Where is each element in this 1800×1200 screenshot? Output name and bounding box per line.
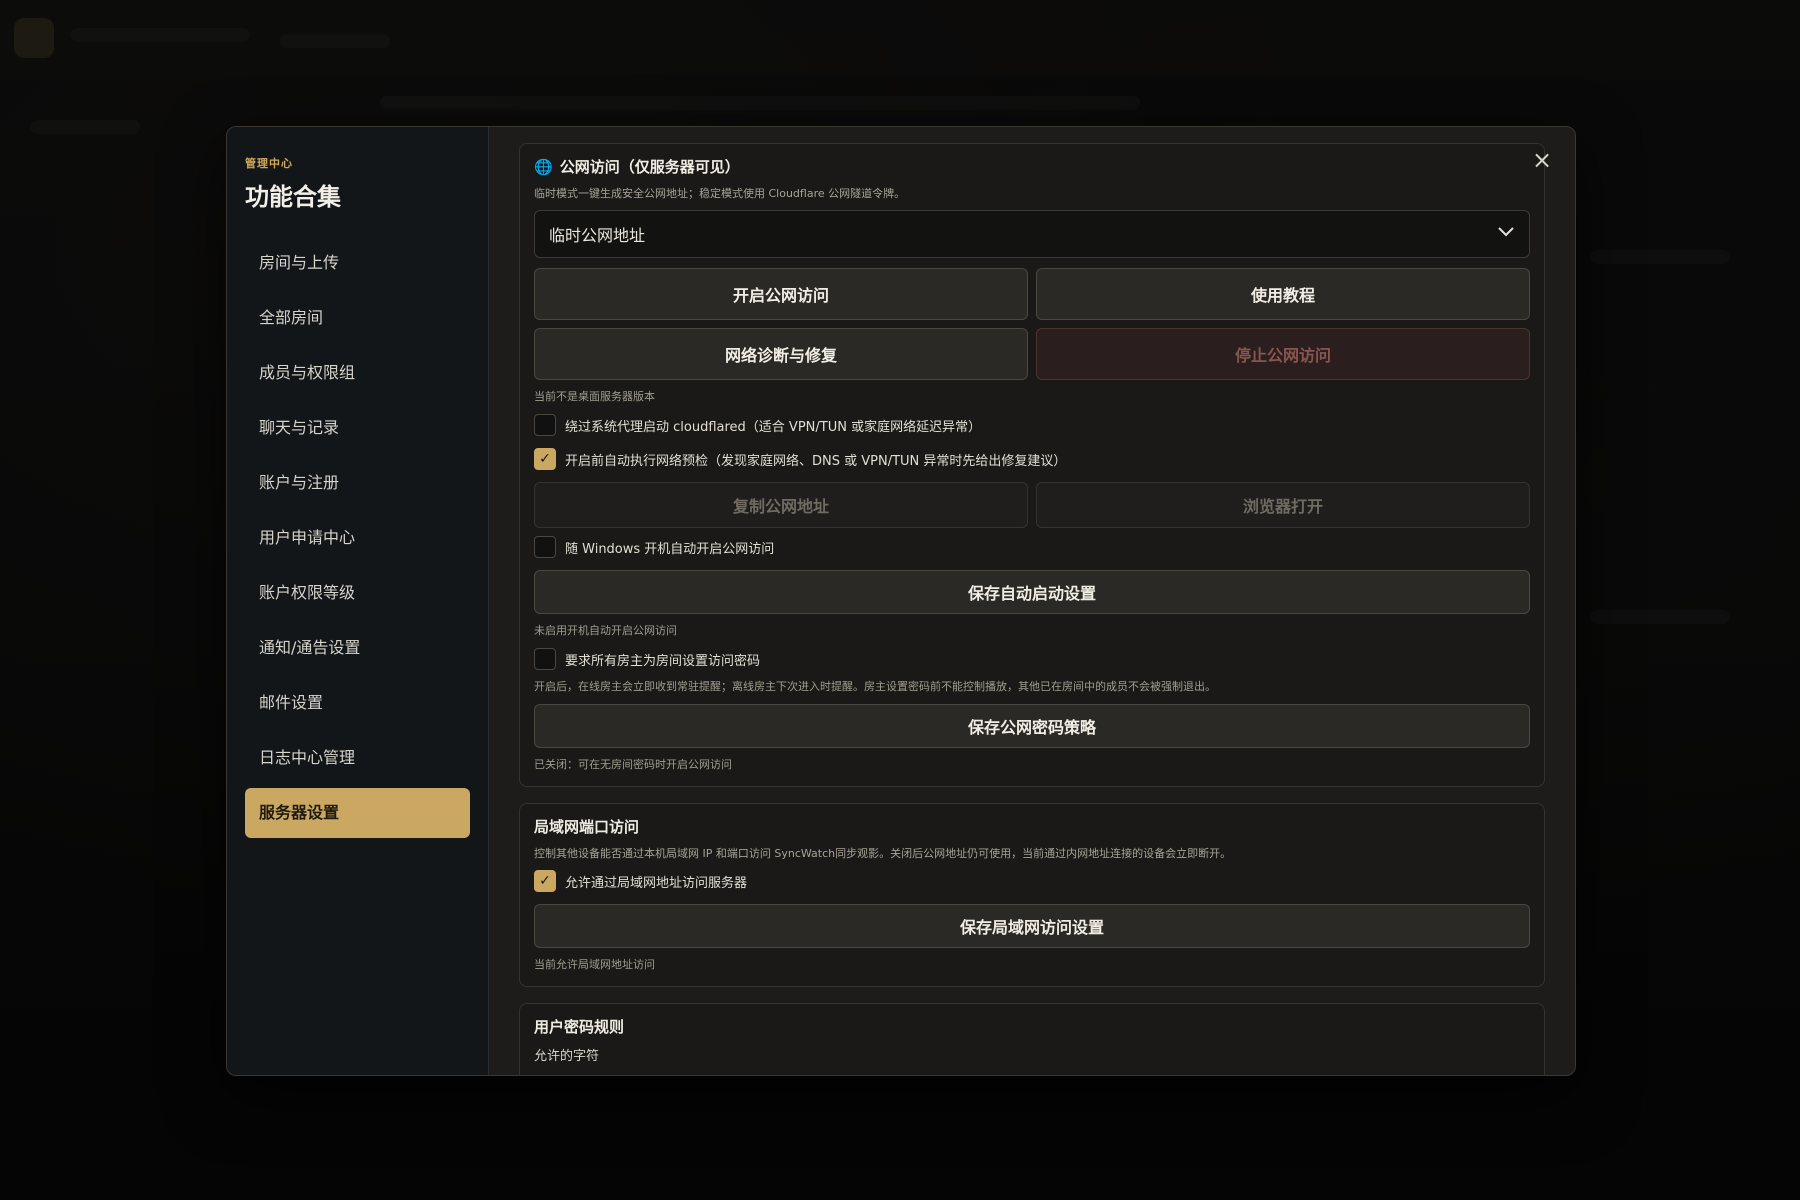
public-mode-select[interactable]: 临时公网地址 bbox=[534, 210, 1530, 258]
require-password-note: 开启后，在线房主会立即收到常驻提醒；离线房主下次进入时提醒。房主设置密码前不能控… bbox=[534, 680, 1216, 693]
checkmark-icon: ✓ bbox=[539, 451, 551, 467]
network-diagnose-button[interactable]: 网络诊断与修复 bbox=[534, 328, 1028, 380]
open-in-browser-button[interactable]: 浏览器打开 bbox=[1036, 482, 1530, 528]
password-rules-sub: 允许的字符 bbox=[534, 1049, 600, 1064]
sidebar-nav: 房间与上传 全部房间 成员与权限组 聊天与记录 账户与注册 用户申请中心 账户权… bbox=[245, 238, 470, 838]
settings-content: × 🌐 公网访问（仅服务器可见） 临时模式一键生成安全公网地址；稳定模式使用 C… bbox=[489, 127, 1575, 1075]
save-autostart-row: 保存自动启动设置 bbox=[534, 570, 1530, 614]
save-password-policy-button[interactable]: 保存公网密码策略 bbox=[534, 704, 1530, 748]
globe-icon: 🌐 bbox=[534, 157, 553, 176]
sidebar-item-user-applications[interactable]: 用户申请中心 bbox=[245, 513, 470, 563]
sidebar-item-server-settings[interactable]: 服务器设置 bbox=[245, 788, 470, 838]
tutorial-button[interactable]: 使用教程 bbox=[1036, 268, 1530, 320]
save-password-policy-row: 保存公网密码策略 bbox=[534, 704, 1530, 748]
public-mode-value: 临时公网地址 bbox=[549, 226, 646, 245]
autostart-row: 随 Windows 开机自动开启公网访问 bbox=[534, 536, 1530, 558]
lan-allow-checkbox[interactable]: ✓ bbox=[534, 870, 556, 892]
autostart-label: 随 Windows 开机自动开启公网访问 bbox=[565, 541, 775, 557]
sidebar-item-log-center[interactable]: 日志中心管理 bbox=[245, 733, 470, 783]
sidebar-item-account-registration[interactable]: 账户与注册 bbox=[245, 458, 470, 508]
public-address-actions: 复制公网地址 浏览器打开 bbox=[534, 482, 1530, 528]
autostart-checkbox[interactable] bbox=[534, 536, 556, 558]
public-access-subtitle: 临时模式一键生成安全公网地址；稳定模式使用 Cloudflare 公网隧道令牌。 bbox=[534, 187, 906, 200]
password-rules-card: 用户密码规则 允许的字符 bbox=[519, 1003, 1545, 1075]
stop-public-access-button[interactable]: 停止公网访问 bbox=[1036, 328, 1530, 380]
sidebar-item-email-settings[interactable]: 邮件设置 bbox=[245, 678, 470, 728]
version-hint: 当前不是桌面服务器版本 bbox=[534, 390, 655, 403]
save-lan-row: 保存局域网访问设置 bbox=[534, 904, 1530, 948]
save-autostart-button[interactable]: 保存自动启动设置 bbox=[534, 570, 1530, 614]
require-password-checkbox[interactable] bbox=[534, 648, 556, 670]
require-password-label: 要求所有房主为房间设置访问密码 bbox=[565, 653, 761, 669]
lan-allow-label: 允许通过局域网地址访问服务器 bbox=[565, 875, 748, 891]
sidebar-item-all-rooms[interactable]: 全部房间 bbox=[245, 293, 470, 343]
public-actions-row-1: 开启公网访问 使用教程 bbox=[534, 268, 1530, 320]
public-access-card: 🌐 公网访问（仅服务器可见） 临时模式一键生成安全公网地址；稳定模式使用 Clo… bbox=[519, 143, 1545, 787]
bypass-proxy-label: 绕过系统代理启动 cloudflared（适合 VPN/TUN 或家庭网络延迟异… bbox=[565, 419, 982, 435]
sidebar-item-rooms-upload[interactable]: 房间与上传 bbox=[245, 238, 470, 288]
password-policy-hint: 已关闭：可在无房间密码时开启公网访问 bbox=[534, 758, 732, 771]
bypass-proxy-checkbox[interactable] bbox=[534, 414, 556, 436]
settings-modal: 管理中心 功能合集 房间与上传 全部房间 成员与权限组 聊天与记录 账户与注册 … bbox=[226, 126, 1576, 1076]
precheck-row: ✓ 开启前自动执行网络预检（发现家庭网络、DNS 或 VPN/TUN 异常时先给… bbox=[534, 448, 1530, 470]
bypass-proxy-row: 绕过系统代理启动 cloudflared（适合 VPN/TUN 或家庭网络延迟异… bbox=[534, 414, 1530, 436]
autostart-hint: 未启用开机自动开启公网访问 bbox=[534, 624, 677, 637]
checkmark-icon: ✓ bbox=[539, 873, 551, 889]
sidebar-item-notifications[interactable]: 通知/通告设置 bbox=[245, 623, 470, 673]
lan-access-card: 局域网端口访问 控制其他设备能否通过本机局域网 IP 和端口访问 SyncWat… bbox=[519, 803, 1545, 987]
lan-hint: 当前允许局域网地址访问 bbox=[534, 958, 655, 971]
public-access-title-text: 公网访问（仅服务器可见） bbox=[559, 158, 740, 176]
close-icon[interactable]: × bbox=[1527, 145, 1557, 175]
start-public-access-button[interactable]: 开启公网访问 bbox=[534, 268, 1028, 320]
copy-public-address-button[interactable]: 复制公网地址 bbox=[534, 482, 1028, 528]
lan-access-subtitle: 控制其他设备能否通过本机局域网 IP 和端口访问 SyncWatch同步观影。关… bbox=[534, 847, 1232, 860]
sidebar: 管理中心 功能合集 房间与上传 全部房间 成员与权限组 聊天与记录 账户与注册 … bbox=[227, 127, 489, 1075]
require-password-row: 要求所有房主为房间设置访问密码 bbox=[534, 648, 1530, 670]
password-rules-title: 用户密码规则 bbox=[534, 1018, 625, 1036]
sidebar-title: 功能合集 bbox=[245, 183, 341, 211]
lan-allow-row: ✓ 允许通过局域网地址访问服务器 bbox=[534, 870, 1530, 892]
precheck-label: 开启前自动执行网络预检（发现家庭网络、DNS 或 VPN/TUN 异常时先给出修… bbox=[565, 453, 1067, 469]
chevron-down-icon bbox=[1497, 226, 1515, 242]
precheck-checkbox[interactable]: ✓ bbox=[534, 448, 556, 470]
lan-access-title: 局域网端口访问 bbox=[534, 818, 640, 836]
sidebar-item-account-levels[interactable]: 账户权限等级 bbox=[245, 568, 470, 618]
public-access-title: 🌐 公网访问（仅服务器可见） bbox=[534, 156, 1530, 177]
sidebar-item-members-permissions[interactable]: 成员与权限组 bbox=[245, 348, 470, 398]
sidebar-item-chat-records[interactable]: 聊天与记录 bbox=[245, 403, 470, 453]
sidebar-kicker: 管理中心 bbox=[245, 157, 293, 170]
public-actions-row-2: 网络诊断与修复 停止公网访问 bbox=[534, 328, 1530, 380]
save-lan-settings-button[interactable]: 保存局域网访问设置 bbox=[534, 904, 1530, 948]
